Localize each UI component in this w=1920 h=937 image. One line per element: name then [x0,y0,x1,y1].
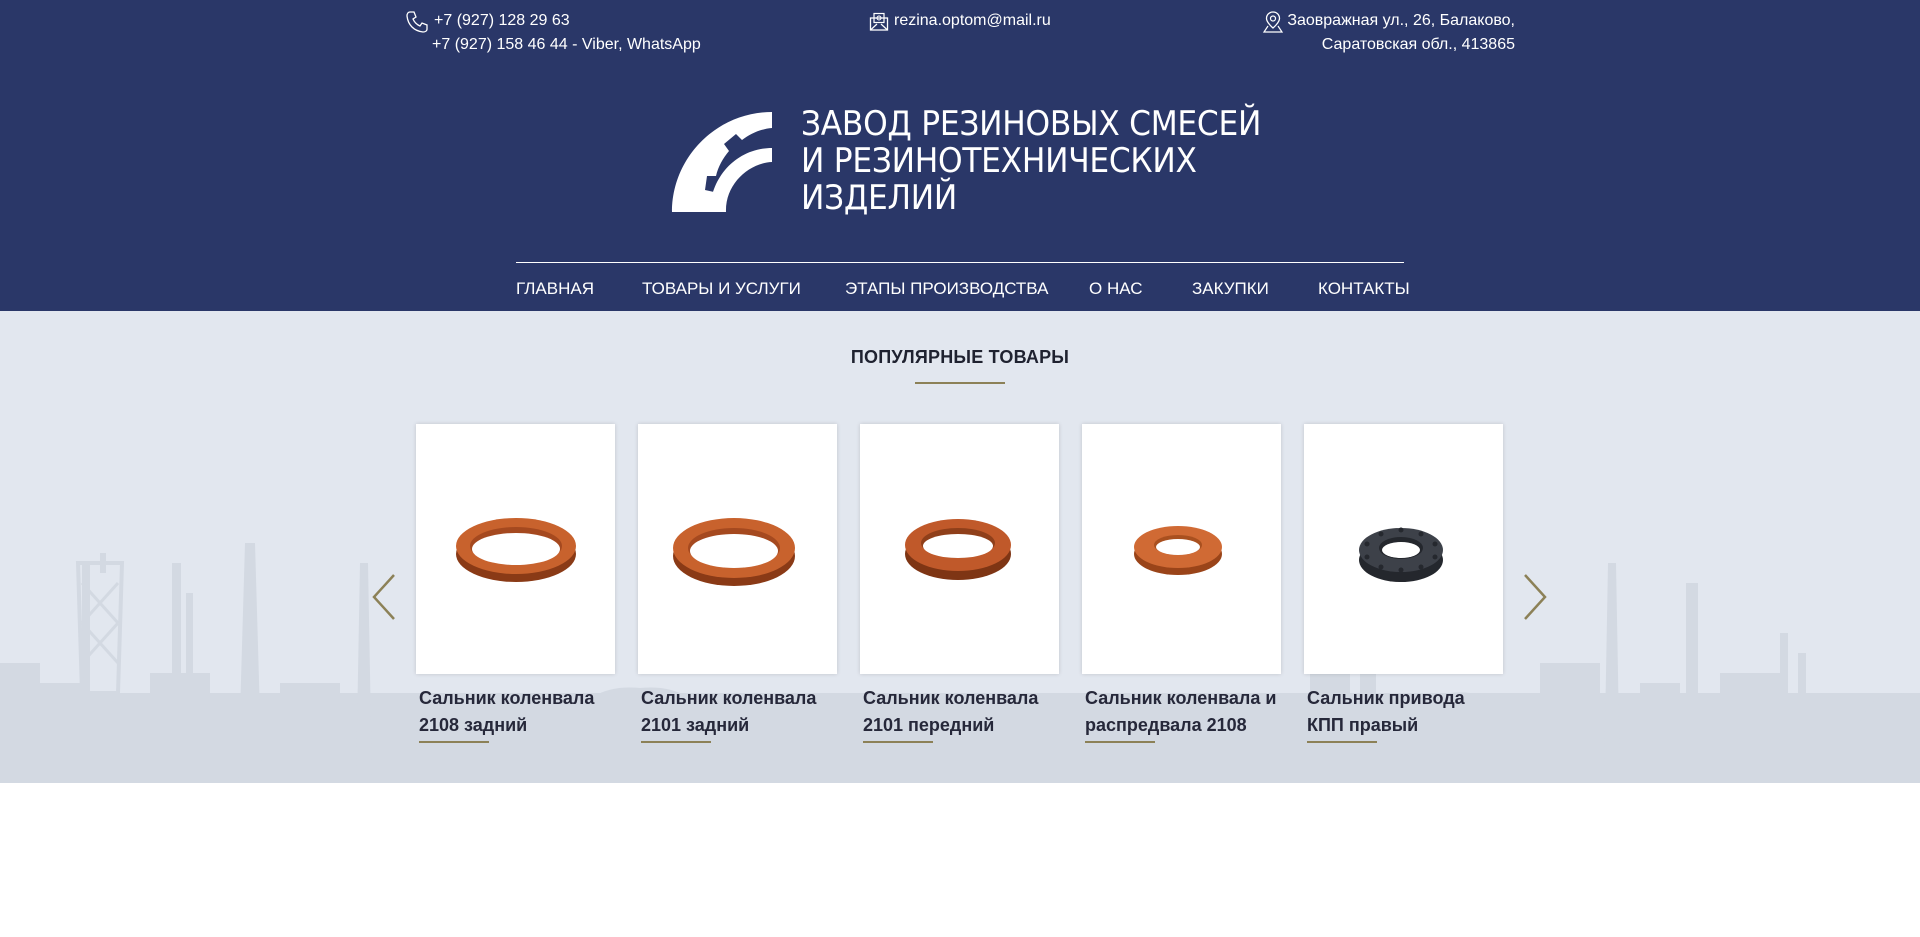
product-underline [641,741,711,743]
product-underline [863,741,933,743]
product-name[interactable]: Сальник коленвала и распредвала 2108 [1082,685,1281,739]
address-contact: Заовражная ул., 26, Балаково, Саратовска… [1262,9,1515,57]
address-line-2: Саратовская обл., 413865 [1321,36,1515,53]
nav-item-production[interactable]: ЭТАПЫ ПРОИЗВОДСТВА [845,279,1048,299]
nav-item-home[interactable]: ГЛАВНАЯ [516,279,594,299]
product-underline [1307,741,1377,743]
product-underline [1085,741,1155,743]
product-image[interactable] [638,424,837,674]
phone-contact: +7 (927) 128 29 63 +7 (927) 158 46 44 - … [405,9,701,57]
main-nav: ГЛАВНАЯ ТОВАРЫ И УСЛУГИ ЭТАПЫ ПРОИЗВОДСТ… [516,262,1410,311]
email-link[interactable]: rezina.optom@mail.ru [894,12,1051,29]
product-image[interactable] [1304,424,1503,674]
product-underline [419,741,489,743]
product-card[interactable]: Сальник коленвала и распредвала 2108 [1082,424,1281,743]
title-underline [915,382,1005,384]
email-contact: rezina.optom@mail.ru [869,9,1051,33]
product-name[interactable]: Сальник коленвала 2101 передний [860,685,1059,739]
product-card[interactable]: Сальник привода КПП правый [1304,424,1503,743]
nav-item-products[interactable]: ТОВАРЫ И УСЛУГИ [642,279,801,299]
popular-products-section: ПОПУЛЯРНЫЕ ТОВАРЫ Сальник коленвала 2108… [0,311,1920,783]
phone-primary[interactable]: +7 (927) 128 29 63 [405,9,701,33]
phone-icon [405,10,429,42]
product-image[interactable] [416,424,615,674]
product-card[interactable]: Сальник коленвала 2101 передний [860,424,1059,743]
product-card[interactable]: Сальник коленвала 2108 задний [416,424,615,743]
product-name[interactable]: Сальник коленвала 2108 задний [416,685,615,739]
chevron-right-icon[interactable] [1522,573,1548,626]
phone-secondary[interactable]: +7 (927) 158 46 44 - Viber, WhatsApp [405,33,701,57]
gear-logo-icon[interactable] [670,110,774,219]
email-icon [869,12,889,40]
brand-line-3: ИЗДЕЛИЙ [801,178,958,218]
brand-line-1: ЗАВОД РЕЗИНОВЫХ СМЕСЕЙ [801,104,1262,144]
site-brand[interactable]: ЗАВОД РЕЗИНОВЫХ СМЕСЕЙ И РЕЗИНОТЕХНИЧЕСК… [801,106,1301,217]
product-name[interactable]: Сальник привода КПП правый [1304,685,1503,739]
brand-line-2: И РЕЗИНОТЕХНИЧЕСКИХ [801,141,1197,181]
chevron-left-icon[interactable] [371,573,397,626]
product-image[interactable] [860,424,1059,674]
map-pin-icon [1262,10,1284,42]
address-line-1: Заовражная ул., 26, Балаково, [1287,12,1515,29]
site-header: +7 (927) 128 29 63 +7 (927) 158 46 44 - … [0,0,1920,311]
product-card[interactable]: Сальник коленвала 2101 задний [638,424,837,743]
nav-item-purchases[interactable]: ЗАКУПКИ [1192,279,1269,299]
section-title: ПОПУЛЯРНЫЕ ТОВАРЫ [850,347,1070,367]
nav-item-contacts[interactable]: КОНТАКТЫ [1318,279,1410,299]
product-image[interactable] [1082,424,1281,674]
product-name[interactable]: Сальник коленвала 2101 задний [638,685,837,739]
nav-item-about[interactable]: О НАС [1089,279,1142,299]
